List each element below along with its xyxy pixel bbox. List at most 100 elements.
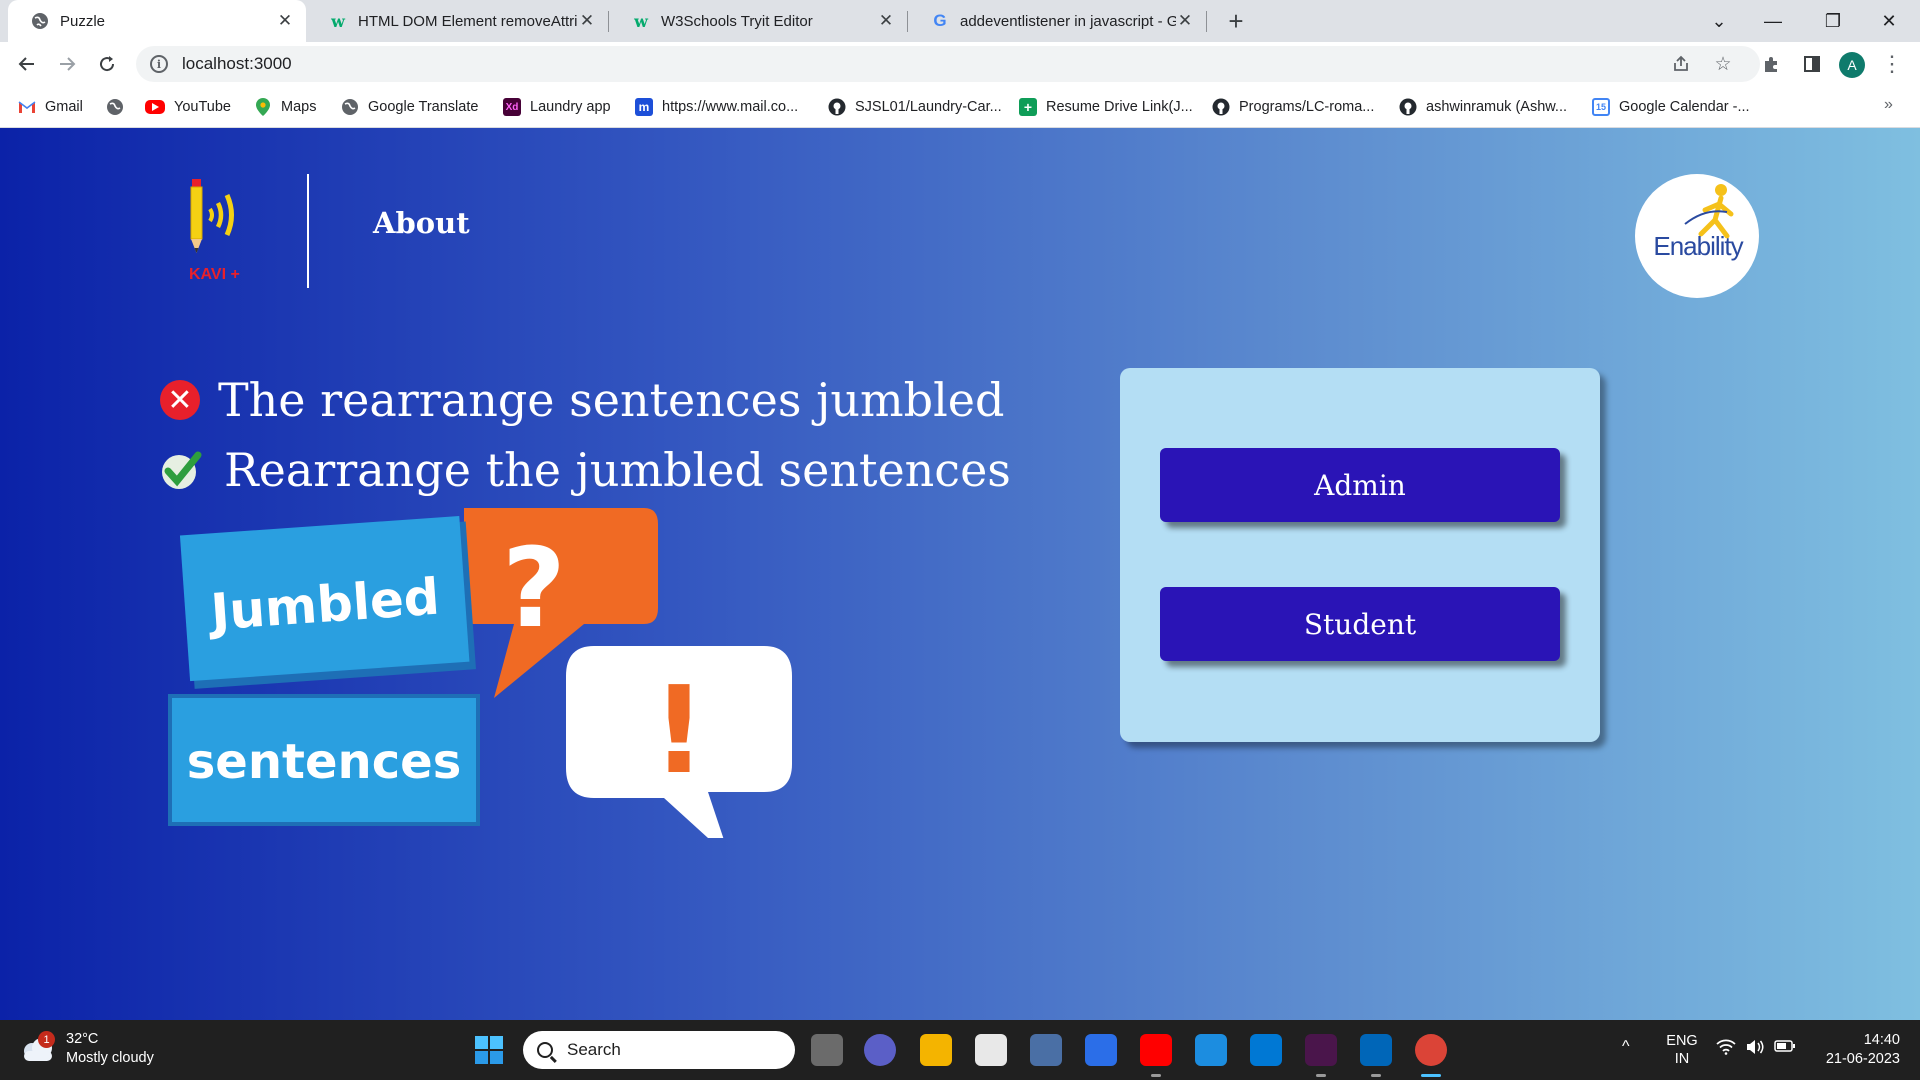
minimize-button[interactable]: — [1746, 0, 1800, 42]
system-clock[interactable]: 14:40 21-06-2023 [1810, 1031, 1900, 1069]
check-icon [162, 451, 202, 489]
taskbar-search[interactable]: Search [523, 1031, 795, 1069]
bookmark-globe[interactable] [106, 96, 133, 118]
admin-button[interactable]: Admin [1160, 448, 1560, 522]
svg-text:KAVI +: KAVI + [189, 266, 240, 283]
tab-addeventlistener[interactable]: G addeventlistener in javascript - G ✕ [908, 0, 1206, 42]
bookmark-laundry-app[interactable]: Xd Laundry app [503, 96, 611, 118]
task-view-icon[interactable] [811, 1034, 843, 1066]
clock-date: 21-06-2023 [1825, 1051, 1900, 1067]
bookmark-mail-com[interactable]: m https://www.mail.co... [635, 96, 798, 118]
wifi-icon[interactable] [1716, 1039, 1736, 1060]
volume-icon[interactable] [1745, 1039, 1765, 1060]
bookmarks-overflow-icon[interactable]: » [1884, 96, 1893, 114]
info-icon[interactable]: i [150, 55, 168, 73]
browser-toolbar: i localhost:3000 ☆ A ⋮ [0, 42, 1920, 86]
bookmarks-bar: Gmail YouTube Maps Google Translate Xd La… [0, 86, 1920, 128]
back-button[interactable] [12, 49, 42, 79]
bookmark-star-icon[interactable]: ☆ [1712, 53, 1734, 75]
running-indicator [1151, 1074, 1161, 1077]
close-icon[interactable]: ✕ [578, 11, 596, 31]
about-link[interactable]: About [373, 206, 470, 240]
bookmark-google-calendar[interactable]: 15 Google Calendar -... [1592, 96, 1750, 118]
right-sentence: Rearrange the jumbled sentences [224, 443, 1011, 497]
student-button[interactable]: Student [1160, 587, 1560, 661]
camera-icon[interactable] [1030, 1034, 1062, 1066]
exclamation-mark: ! [652, 662, 707, 801]
restore-button[interactable]: ❐ [1806, 0, 1860, 42]
desktop-app-icon[interactable] [1195, 1034, 1227, 1066]
bookmark-gmail[interactable]: Gmail [18, 96, 83, 118]
tab-tryit-editor[interactable]: w W3Schools Tryit Editor ✕ [609, 0, 907, 42]
region-code: IN [1674, 1051, 1690, 1067]
search-placeholder: Search [567, 1040, 621, 1059]
kavi-logo[interactable]: KAVI + [186, 175, 256, 285]
menu-dots-icon[interactable]: ⋮ [1880, 51, 1904, 76]
right-statement: Rearrange the jumbled sentences [160, 443, 1011, 497]
address-bar[interactable]: i localhost:3000 ☆ [136, 46, 1760, 82]
weather-widget[interactable]: 1 32°C Mostly cloudy [18, 1030, 154, 1068]
battery-icon[interactable] [1774, 1039, 1796, 1058]
youtube-icon [145, 100, 165, 114]
microsoft-store-icon[interactable] [975, 1034, 1007, 1066]
windows-taskbar: 1 32°C Mostly cloudy Search ^ ENG IN 14:… [0, 1020, 1920, 1080]
bookmark-label: Resume Drive Link(J... [1046, 99, 1193, 115]
bing-icon[interactable] [1085, 1034, 1117, 1066]
sentences-word: sentences [187, 734, 462, 790]
header-divider [307, 174, 309, 288]
start-button[interactable] [473, 1034, 505, 1066]
windows-logo-icon [475, 1036, 503, 1064]
back-arrow-icon [18, 57, 34, 71]
tab-search-button[interactable]: ⌄ [1692, 0, 1746, 42]
reload-button[interactable] [92, 49, 122, 79]
bookmark-label: Laundry app [530, 99, 611, 115]
tab-strip: Puzzle ✕ w HTML DOM Element removeAttri … [0, 0, 1920, 42]
share-icon[interactable] [1670, 53, 1692, 75]
url-text: localhost:3000 [182, 54, 292, 73]
tab-puzzle[interactable]: Puzzle ✕ [8, 0, 306, 42]
bookmark-google-translate[interactable]: Google Translate [341, 96, 478, 118]
language-indicator[interactable]: ENG IN [1664, 1032, 1700, 1068]
running-indicator [1371, 1074, 1381, 1077]
close-window-button[interactable]: ✕ [1862, 0, 1916, 42]
show-hidden-icons[interactable]: ^ [1622, 1038, 1630, 1056]
bookmark-programs-lc[interactable]: Programs/LC-roma... [1212, 96, 1374, 118]
forward-arrow-icon [60, 57, 76, 71]
bookmark-label: Maps [281, 99, 317, 115]
slack-icon[interactable] [1305, 1034, 1337, 1066]
profile-avatar[interactable]: A [1839, 52, 1865, 78]
sheets-icon: + [1019, 98, 1037, 116]
close-icon[interactable]: ✕ [1176, 11, 1194, 31]
running-indicator [1316, 1074, 1326, 1077]
bookmark-maps[interactable]: Maps [254, 96, 316, 118]
weather-temp: 32°C [66, 1031, 99, 1047]
youtube-app-icon[interactable] [1140, 1034, 1172, 1066]
side-panel-icon[interactable] [1800, 52, 1824, 76]
bookmark-sjsl01-laundry[interactable]: SJSL01/Laundry-Car... [828, 96, 1002, 118]
close-icon[interactable]: ✕ [276, 11, 294, 31]
w3schools-icon: w [331, 11, 345, 31]
bookmark-resume-drive[interactable]: + Resume Drive Link(J... [1019, 96, 1193, 118]
tab-title: addeventlistener in javascript - G [960, 12, 1176, 30]
clock-time: 14:40 [1863, 1032, 1900, 1048]
enability-wordmark: Enability [1653, 231, 1743, 261]
calendar-icon: 15 [1592, 98, 1610, 116]
chrome-icon[interactable] [1415, 1034, 1447, 1066]
mail-icon[interactable] [1250, 1034, 1282, 1066]
close-icon[interactable]: ✕ [877, 11, 895, 31]
bookmark-label: Google Calendar -... [1619, 99, 1750, 115]
tab-title: Puzzle [60, 12, 106, 30]
google-icon: G [933, 11, 947, 30]
vscode-icon[interactable] [1360, 1034, 1392, 1066]
new-tab-button[interactable]: + [1221, 6, 1251, 36]
bookmark-ashwinramuk[interactable]: ashwinramuk (Ashw... [1399, 96, 1567, 118]
bookmark-youtube[interactable]: YouTube [145, 96, 231, 118]
search-icon [537, 1042, 553, 1058]
tab-html-dom[interactable]: w HTML DOM Element removeAttri ✕ [306, 0, 608, 42]
forward-button[interactable] [52, 49, 82, 79]
bookmark-label: SJSL01/Laundry-Car... [855, 99, 1002, 115]
mail-com-icon: m [635, 98, 653, 116]
extensions-icon[interactable] [1760, 52, 1784, 76]
file-explorer-icon[interactable] [920, 1034, 952, 1066]
teams-chat-icon[interactable] [864, 1034, 896, 1066]
